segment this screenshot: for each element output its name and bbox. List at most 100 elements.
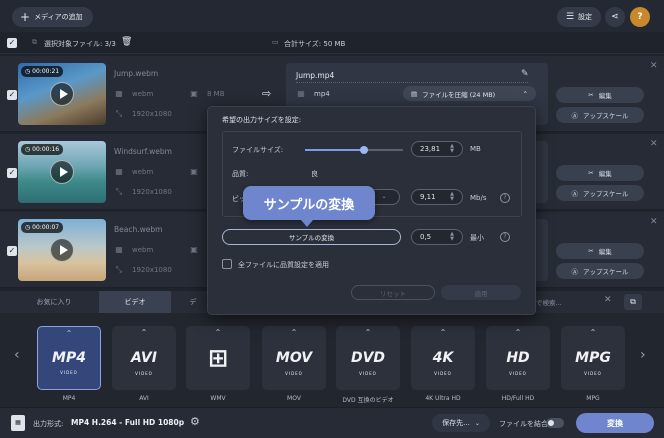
output-format-value: MP4 H.264 - Full HD 1080p <box>71 418 185 427</box>
edit-label: 編集 <box>598 92 612 100</box>
format-4k[interactable]: ⌃ 4K VIDEO 4K Ultra HD <box>411 326 475 410</box>
add-media-button[interactable]: + メディアの追加 <box>12 7 93 27</box>
rename-pencil-icon[interactable]: ✎ <box>521 69 529 79</box>
spinner-arrows-icon[interactable]: ▲ ▼ <box>450 192 454 202</box>
convert-button[interactable]: 変換 <box>576 413 654 433</box>
gear-icon[interactable]: ⚙ <box>190 415 200 428</box>
play-icon[interactable] <box>50 82 74 106</box>
clear-search-icon[interactable]: ✕ <box>604 295 612 305</box>
help-button[interactable]: ? <box>630 7 650 27</box>
format-mov[interactable]: ⌃ MOV VIDEO MOV <box>262 326 326 410</box>
file-size-row: ▣ <box>189 167 199 176</box>
merge-toggle[interactable] <box>546 418 564 428</box>
spinner-arrows-icon[interactable]: ▲ ▼ <box>450 232 454 242</box>
scissors-icon: ✂ <box>588 169 594 177</box>
close-icon[interactable]: ✕ <box>650 217 658 227</box>
file-resolution-row: ⤡ 1920x1080 <box>114 109 172 119</box>
chevron-down-icon: ⌄ <box>381 193 387 200</box>
chevron-up-icon: ⌃ <box>140 328 148 337</box>
tab-other[interactable]: デ <box>178 291 208 313</box>
hd-logo: HD <box>506 350 530 366</box>
video-thumbnail[interactable]: ◷ 00:00:21 <box>18 63 106 125</box>
settings-button[interactable]: ☰ 設定 <box>557 7 601 27</box>
format-tile: ⌃ HD VIDEO <box>486 326 550 390</box>
trash-icon[interactable]: 🗑 <box>121 37 132 47</box>
chevron-up-icon: ⌃ <box>589 328 597 337</box>
output-format-icon: ▦ <box>11 415 25 431</box>
scissors-icon: ✂ <box>588 91 594 99</box>
chevron-up-icon: ⌃ <box>290 328 298 337</box>
play-icon[interactable] <box>50 238 74 262</box>
video-thumbnail[interactable]: ◷ 00:00:16 <box>18 141 106 203</box>
help-icon[interactable]: ? <box>500 232 510 242</box>
edit-button[interactable]: ✂ 編集 <box>556 165 644 181</box>
file-resolution: 1920x1080 <box>132 188 172 196</box>
file-name: Jump.webm <box>114 69 159 78</box>
help-icon[interactable]: ? <box>500 193 510 203</box>
film-icon: ▦ <box>297 89 305 98</box>
file-resolution-row: ⤡ 1920x1080 <box>114 187 172 197</box>
video-thumbnail[interactable]: ◷ 00:00:07 <box>18 219 106 281</box>
format-label: HD/Full HD <box>501 395 535 402</box>
file-checkbox[interactable]: ✓ <box>7 246 17 256</box>
file-resolution-row: ⤡ 1920x1080 <box>114 265 172 275</box>
convert-arrow-icon: ⇨ <box>262 87 272 100</box>
format-label: 4K Ultra HD <box>425 395 461 402</box>
avi-logo: AVI <box>131 350 157 366</box>
file-checkbox[interactable]: ✓ <box>7 168 17 178</box>
save-to-button[interactable]: 保存先... ⌄ <box>432 414 490 432</box>
spinner-arrows-icon[interactable]: ▲ ▼ <box>450 144 454 154</box>
slider-knob[interactable] <box>359 146 368 154</box>
bitrate-input[interactable]: 9,11 ▲ ▼ <box>411 189 463 205</box>
format-mpg[interactable]: ⌃ MPG VIDEO MPG <box>561 326 625 410</box>
tab-favorites[interactable]: お気に入り <box>10 291 98 313</box>
file-size-input[interactable]: 23,81 ▲ ▼ <box>411 141 463 157</box>
chevron-left-icon[interactable]: ‹ <box>14 347 20 363</box>
duration-badge: ◷ 00:00:07 <box>21 222 64 233</box>
share-button[interactable]: ⋖ <box>605 7 625 27</box>
format-hd[interactable]: ⌃ HD VIDEO HD/Full HD <box>486 326 550 410</box>
upscale-button[interactable]: Ⓐ アップスケール <box>556 263 644 279</box>
chevron-right-icon[interactable]: › <box>640 347 646 363</box>
file-format: webm <box>132 167 154 176</box>
edit-button[interactable]: ✂ 編集 <box>556 243 644 259</box>
reset-button[interactable]: リセット <box>351 285 435 300</box>
format-label: WMV <box>210 395 226 402</box>
tab-video[interactable]: ビデオ <box>99 291 171 313</box>
file-name: Beach.webm <box>114 225 163 234</box>
file-size-slider[interactable] <box>305 146 403 154</box>
duration-text: 00:00:07 <box>32 224 60 231</box>
format-mp4[interactable]: ⌃ MP4 VIDEO MP4 <box>37 326 101 410</box>
format-tile: ⌃ AVI VIDEO <box>112 326 176 390</box>
chevron-down-icon: ⌄ <box>474 419 480 427</box>
format-avi[interactable]: ⌃ AVI VIDEO AVI <box>112 326 176 410</box>
select-all-checkbox[interactable]: ✓ <box>7 38 17 48</box>
film-icon: ▦ <box>115 167 123 176</box>
apply-button[interactable]: 適用 <box>441 285 521 300</box>
sample-length-input[interactable]: 0,5 ▲ ▼ <box>411 229 463 245</box>
sliders-icon: ☰ <box>565 12 575 22</box>
selected-count: 選択対象ファイル: 3/3 <box>44 40 116 48</box>
sample-convert-button[interactable]: サンプルの変換 <box>222 229 401 245</box>
upscale-button[interactable]: Ⓐ アップスケール <box>556 185 644 201</box>
format-tile: ⌃ DVD VIDEO <box>336 326 400 390</box>
share-icon: ⋖ <box>611 12 619 22</box>
upscale-button[interactable]: Ⓐ アップスケール <box>556 107 644 123</box>
format-search-input[interactable]: で検索... <box>536 297 562 307</box>
file-size-row: ▣ 8 MB <box>189 89 224 98</box>
format-tile: ⌃ ⊞ <box>186 326 250 390</box>
apply-all-label: 全ファイルに品質設定を適用 <box>238 261 329 269</box>
save-to-label: 保存先... <box>442 419 470 427</box>
ai-icon: Ⓐ <box>571 190 579 198</box>
format-menu-button[interactable]: ⧉ <box>624 294 642 310</box>
format-dvd[interactable]: ⌃ DVD VIDEO DVD 互換のビデオ <box>336 326 400 410</box>
compress-button[interactable]: ▤ ファイルを圧縮 (24 MB) ⌃ <box>403 86 536 101</box>
edit-button[interactable]: ✂ 編集 <box>556 87 644 103</box>
close-icon[interactable]: ✕ <box>650 61 658 71</box>
close-icon[interactable]: ✕ <box>650 139 658 149</box>
play-icon[interactable] <box>50 160 74 184</box>
format-wmv[interactable]: ⌃ ⊞ WMV <box>186 326 250 410</box>
edit-label: 編集 <box>598 170 612 178</box>
apply-all-checkbox[interactable] <box>222 259 232 269</box>
file-checkbox[interactable]: ✓ <box>7 90 17 100</box>
